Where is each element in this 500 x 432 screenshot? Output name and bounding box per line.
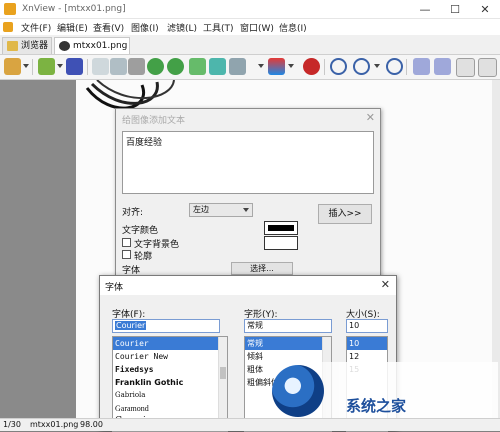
zoom-out-icon[interactable] — [386, 58, 403, 75]
outline-label: 轮廓 — [134, 252, 153, 262]
list-item[interactable]: Courier — [113, 337, 227, 350]
settings-icon[interactable] — [303, 58, 320, 75]
status-filename: mtxx01.png — [30, 420, 79, 429]
maximize-button[interactable]: ☐ — [440, 0, 470, 19]
menu-bar: 文件(F) 编辑(E) 查看(V) 图像(I) 滤镜(L) 工具(T) 窗口(W… — [0, 19, 500, 35]
menu-image[interactable]: 图像(I) — [131, 21, 159, 34]
menu-app-icon[interactable] — [3, 22, 13, 32]
menu-info[interactable]: 信息(I) — [279, 21, 307, 34]
navigate-tree-icon[interactable] — [4, 58, 21, 75]
font-family-input[interactable]: Courier — [112, 319, 220, 333]
list-item[interactable]: Fixedsys — [113, 363, 227, 376]
align-label: 对齐: — [122, 208, 144, 218]
chevron-down-icon — [243, 208, 249, 212]
rotate-right-icon[interactable] — [167, 58, 184, 75]
filter-icon[interactable] — [268, 58, 285, 75]
chevron-down-icon[interactable] — [374, 64, 380, 68]
add-text-dialog-title: 给图像添加文本 — [122, 116, 186, 126]
chevron-down-icon[interactable] — [258, 64, 264, 68]
chevron-down-icon[interactable] — [288, 64, 294, 68]
toolbar-divider — [406, 59, 407, 75]
chevron-down-icon[interactable] — [57, 64, 63, 68]
toolbar — [0, 55, 500, 80]
font-style-input[interactable]: 常规 — [244, 319, 332, 333]
align-select-value: 左边 — [193, 205, 209, 214]
browser-icon — [7, 41, 18, 51]
next-icon[interactable] — [434, 58, 451, 75]
status-bar: 1/30 mtxx01.png 98.00 — [0, 418, 500, 431]
list-item[interactable]: Garamond — [113, 402, 227, 415]
watermark-brand: 系统之家 — [346, 397, 407, 415]
watermark-logo-icon — [272, 365, 324, 417]
menu-window[interactable]: 窗口(W) — [240, 21, 274, 34]
minimize-button[interactable]: — — [410, 0, 440, 19]
save-icon[interactable] — [66, 58, 83, 75]
menu-edit[interactable]: 编辑(E) — [57, 21, 88, 34]
open-folder-icon[interactable] — [38, 58, 55, 75]
font-dialog-title: 字体 — [105, 283, 124, 293]
toolbar-divider — [324, 59, 325, 75]
add-text-dialog: 给图像添加文本 ✕ 百度经验 对齐: 左边 插入>> 文字颜色 文字背景色 轮廓… — [115, 108, 381, 286]
insert-button[interactable]: 插入>> — [318, 204, 372, 224]
choose-font-button[interactable]: 选择... — [231, 262, 293, 275]
text-color-swatch[interactable] — [264, 221, 298, 235]
zoom-in-icon[interactable] — [330, 58, 347, 75]
font-size-input[interactable]: 10 — [346, 319, 388, 333]
menu-filter[interactable]: 滤镜(L) — [167, 21, 197, 34]
status-info: 98.00 — [80, 420, 103, 429]
tab-bar: 浏览器 mtxx01.png — [0, 35, 500, 55]
list-item[interactable]: Courier New — [113, 350, 227, 363]
tab-browser[interactable]: 浏览器 — [2, 37, 52, 54]
close-icon[interactable]: ✕ — [381, 278, 390, 291]
close-tab-icon[interactable] — [478, 58, 497, 77]
image-file-icon — [59, 41, 70, 51]
fullscreen-icon[interactable] — [456, 58, 475, 77]
toolbar-divider — [87, 59, 88, 75]
color-adjust-icon[interactable] — [229, 58, 246, 75]
rotate-left-icon[interactable] — [147, 58, 164, 75]
list-item[interactable]: Franklin Gothic — [113, 376, 227, 389]
tab-image[interactable]: mtxx01.png — [54, 37, 130, 54]
undo-icon[interactable] — [92, 58, 109, 75]
outline-checkbox[interactable] — [122, 250, 131, 259]
scrollbar-thumb[interactable] — [220, 367, 226, 379]
export-icon[interactable] — [189, 58, 206, 75]
image-icon[interactable] — [209, 58, 226, 75]
font-dialog-titlebar: 字体 ✕ — [100, 276, 396, 295]
resize-icon[interactable] — [128, 58, 145, 75]
text-input[interactable]: 百度经验 — [122, 131, 374, 194]
align-select[interactable]: 左边 — [189, 203, 253, 217]
text-bg-checkbox[interactable] — [122, 238, 131, 247]
zoom-icon[interactable] — [353, 58, 370, 75]
menu-view[interactable]: 查看(V) — [93, 21, 124, 34]
tab-image-label: mtxx01.png — [73, 41, 128, 51]
crop-icon[interactable] — [110, 58, 127, 75]
menu-file[interactable]: 文件(F) — [21, 21, 51, 34]
menu-tools[interactable]: 工具(T) — [203, 21, 234, 34]
chevron-down-icon[interactable] — [23, 64, 29, 68]
tab-browser-label: 浏览器 — [21, 41, 49, 51]
list-item[interactable]: 常规 — [245, 337, 331, 350]
text-color-label: 文字颜色 — [122, 226, 159, 236]
title-bar: XnView - [mtxx01.png] — ☐ ✕ — [0, 0, 500, 19]
previous-icon[interactable] — [413, 58, 430, 75]
list-item[interactable]: 10 — [347, 337, 387, 350]
font-family-value: Courier — [115, 321, 147, 330]
list-item[interactable]: Gabriola — [113, 389, 227, 402]
window-title: XnView - [mtxx01.png] — [22, 4, 126, 14]
close-icon[interactable]: ✕ — [366, 111, 375, 124]
close-window-button[interactable]: ✕ — [470, 0, 500, 19]
image-index: 1/30 — [3, 420, 21, 429]
toolbar-divider — [32, 59, 33, 75]
font-list-scrollbar[interactable] — [218, 337, 227, 431]
bg-color-swatch[interactable] — [264, 236, 298, 250]
xnview-app-icon — [4, 3, 16, 15]
